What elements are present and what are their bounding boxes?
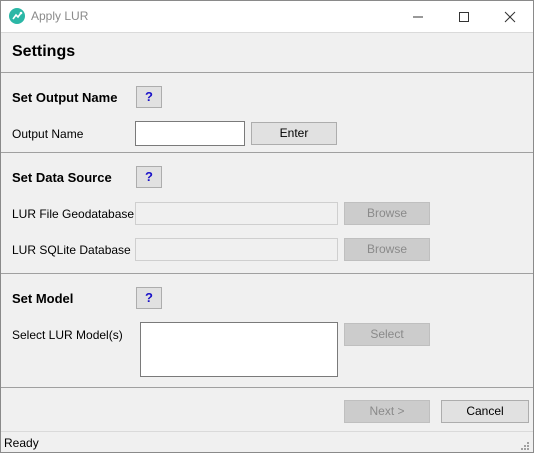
model-list-box[interactable]	[140, 322, 338, 377]
enter-button[interactable]: Enter	[251, 122, 337, 145]
status-bar: Ready	[1, 431, 533, 453]
close-button[interactable]	[487, 1, 533, 32]
output-help-button[interactable]: ?	[136, 86, 162, 108]
next-button[interactable]: Next >	[344, 400, 430, 423]
settings-header: Settings	[1, 32, 533, 73]
divider	[1, 387, 533, 388]
source-section-title: Set Data Source	[12, 170, 112, 185]
output-section-title: Set Output Name	[12, 90, 118, 105]
source-help-button[interactable]: ?	[136, 166, 162, 188]
gdb-label: LUR File Geodatabase	[12, 207, 135, 221]
close-icon	[504, 11, 516, 23]
divider	[1, 152, 533, 153]
sqlite-path-input[interactable]	[135, 238, 338, 261]
apply-lur-window: Apply LUR Settings Set Output Name ? Out…	[0, 0, 534, 453]
maximize-icon	[459, 12, 469, 22]
divider	[1, 273, 533, 274]
output-name-input[interactable]	[135, 121, 245, 146]
minimize-icon	[413, 16, 423, 18]
cancel-button[interactable]: Cancel	[441, 400, 529, 423]
select-model-label: Select LUR Model(s)	[12, 328, 123, 342]
sqlite-browse-button[interactable]: Browse	[344, 238, 430, 261]
divider	[1, 72, 533, 73]
output-name-label: Output Name	[12, 127, 84, 141]
title-bar[interactable]: Apply LUR	[1, 1, 533, 32]
maximize-button[interactable]	[441, 1, 487, 32]
status-text: Ready	[4, 436, 39, 450]
select-model-button[interactable]: Select	[344, 323, 430, 346]
model-help-button[interactable]: ?	[136, 287, 162, 309]
page-title: Settings	[12, 43, 76, 60]
gdb-browse-button[interactable]: Browse	[344, 202, 430, 225]
model-section-title: Set Model	[12, 291, 74, 306]
resize-grip-icon[interactable]	[520, 441, 530, 451]
window-title: Apply LUR	[31, 9, 89, 23]
sqlite-label: LUR SQLite Database	[12, 243, 131, 257]
minimize-button[interactable]	[395, 1, 441, 32]
gdb-path-input[interactable]	[135, 202, 338, 225]
app-logo-icon	[9, 8, 25, 24]
